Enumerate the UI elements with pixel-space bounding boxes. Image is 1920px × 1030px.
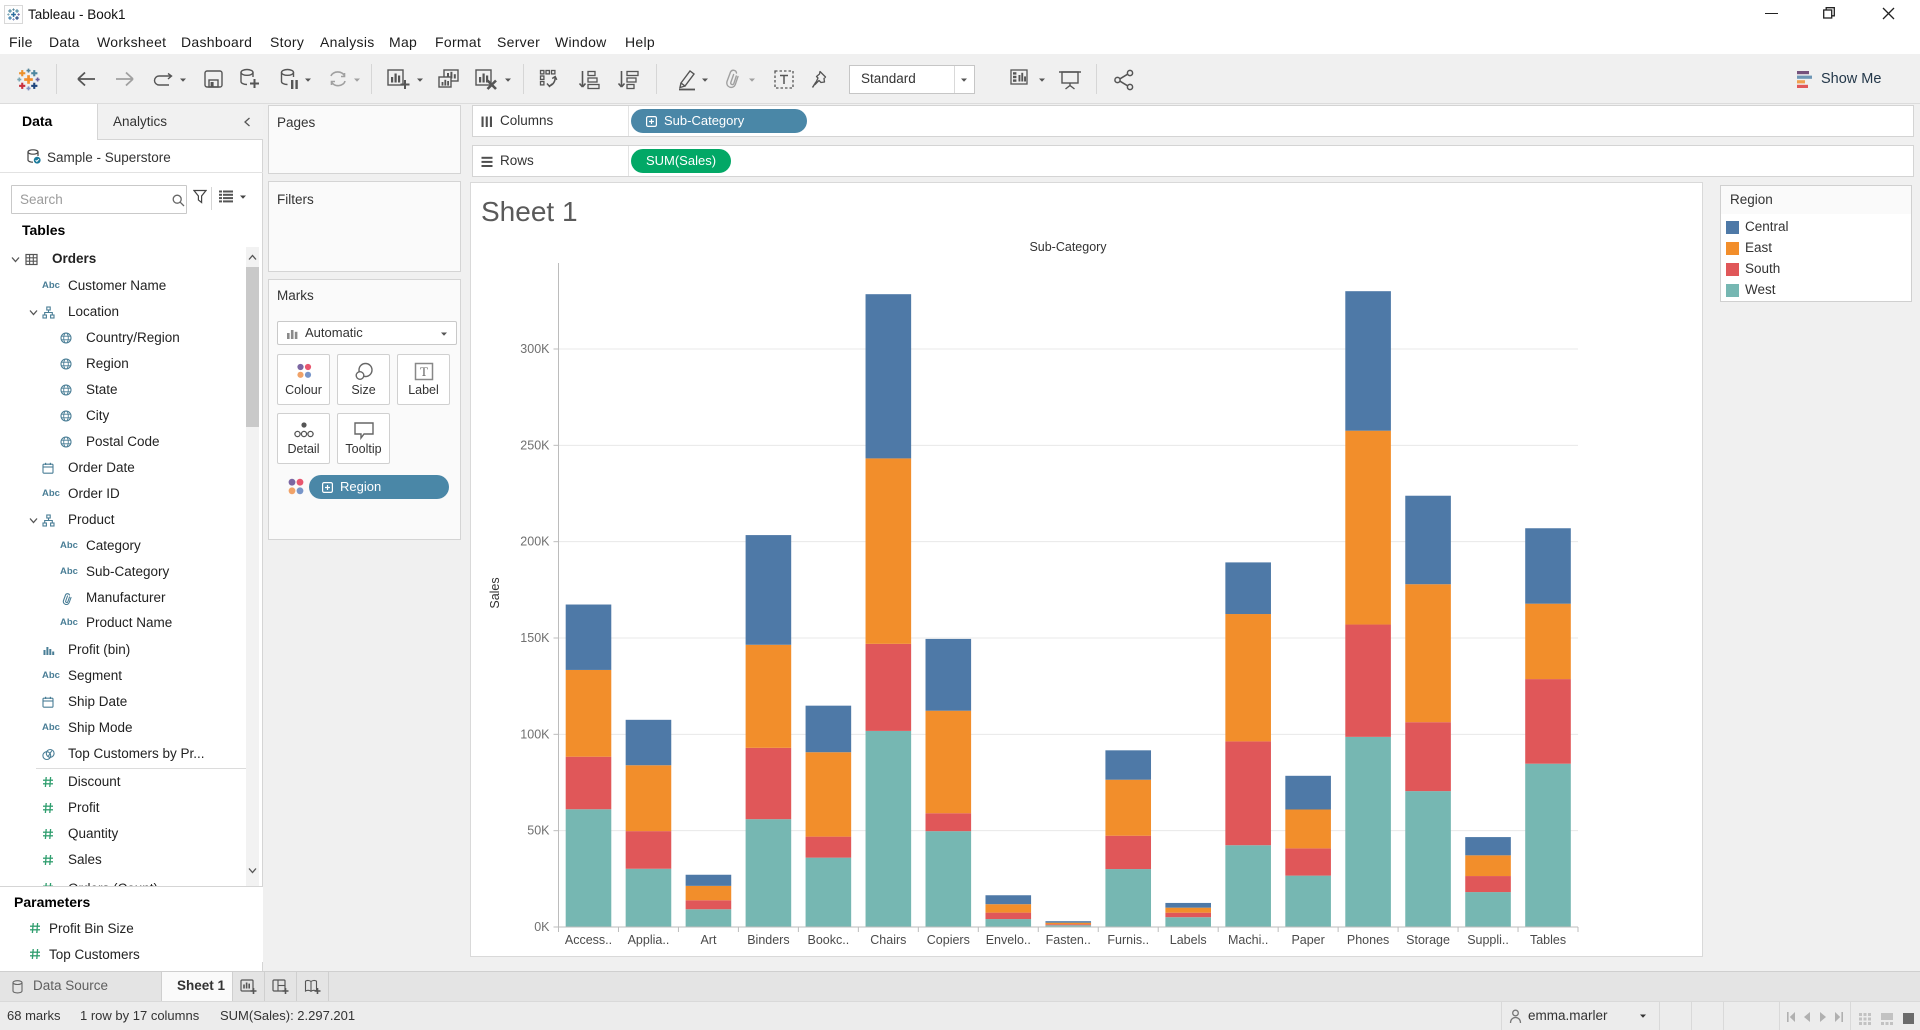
svg-text:Paper: Paper — [1291, 933, 1324, 947]
svg-text:Suppli..: Suppli.. — [1467, 933, 1509, 947]
svg-text:Labels: Labels — [1170, 933, 1207, 947]
svg-text:Copiers: Copiers — [927, 933, 970, 947]
svg-text:Binders: Binders — [747, 933, 789, 947]
svg-text:Envelo..: Envelo.. — [986, 933, 1031, 947]
svg-text:Machi..: Machi.. — [1228, 933, 1268, 947]
svg-text:Applia..: Applia.. — [628, 933, 670, 947]
svg-text:Furnis..: Furnis.. — [1107, 933, 1149, 947]
svg-text:200K: 200K — [520, 535, 550, 549]
svg-text:Art: Art — [700, 933, 717, 947]
svg-text:50K: 50K — [527, 824, 550, 838]
svg-text:Tables: Tables — [1530, 933, 1566, 947]
svg-text:250K: 250K — [520, 438, 550, 452]
svg-text:Bookc..: Bookc.. — [808, 933, 850, 947]
svg-text:150K: 150K — [520, 631, 550, 645]
svg-text:Sales: Sales — [488, 577, 502, 608]
svg-text:Access..: Access.. — [565, 933, 612, 947]
svg-text:300K: 300K — [520, 342, 550, 356]
svg-text:Chairs: Chairs — [870, 933, 906, 947]
svg-text:100K: 100K — [520, 727, 550, 741]
svg-text:T: T — [420, 364, 428, 379]
svg-text:0K: 0K — [534, 920, 550, 934]
svg-text:Phones: Phones — [1347, 933, 1389, 947]
svg-text:Fasten..: Fasten.. — [1046, 933, 1091, 947]
svg-text:Storage: Storage — [1406, 933, 1450, 947]
